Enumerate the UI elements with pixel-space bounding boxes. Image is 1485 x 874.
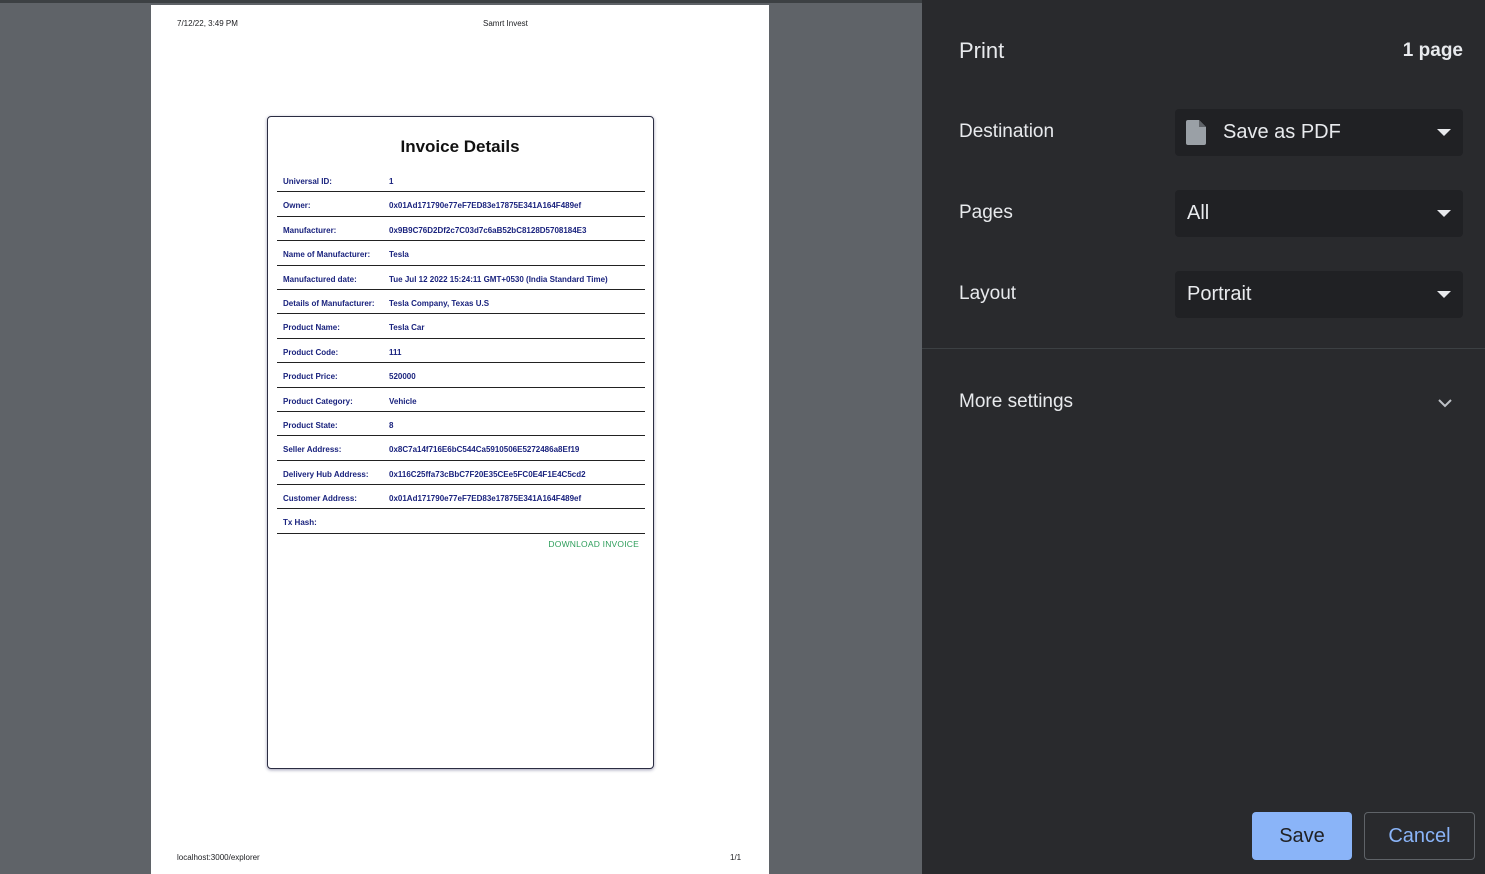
invoice-row-label: Tx Hash: bbox=[283, 518, 317, 528]
save-button[interactable]: Save bbox=[1252, 812, 1352, 860]
preview-top-border bbox=[0, 0, 922, 3]
invoice-row-value: 1 bbox=[389, 177, 394, 186]
invoice-row: Product Category: Vehicle bbox=[277, 388, 645, 412]
chevron-down-icon bbox=[1437, 291, 1451, 298]
invoice-row: Details of Manufacturer: Tesla Company, T… bbox=[277, 290, 645, 315]
invoice-table: Universal ID: 1 Owner: 0x01Ad171790e77eF7ED… bbox=[277, 168, 645, 534]
chevron-down-icon bbox=[1437, 210, 1451, 217]
more-settings-toggle[interactable]: More settings bbox=[959, 391, 1073, 413]
layout-value: Portrait bbox=[1187, 283, 1252, 305]
invoice-row-label: Delivery Hub Address: bbox=[283, 469, 369, 479]
cancel-button[interactable]: Cancel bbox=[1364, 812, 1475, 860]
invoice-row: Universal ID: 1 bbox=[277, 168, 645, 193]
invoice-row-value: 0x9B9C76D2Df2c7C03d7c6aB52bC8128D5708184… bbox=[389, 225, 587, 235]
invoice-row-value: 0x8C7a14f716E6bC544Ca5910506E5272486a8Ef… bbox=[389, 445, 580, 455]
invoice-row-value: Tesla bbox=[389, 250, 409, 260]
destination-label: Destination bbox=[959, 121, 1055, 142]
pages-label: Pages bbox=[959, 202, 1013, 223]
preview-page: 7/12/22, 3:49 PM Samrt Invest Invoice De… bbox=[151, 5, 769, 874]
invoice-row-value: 8 bbox=[389, 420, 394, 430]
print-preview-area: 7/12/22, 3:49 PM Samrt Invest Invoice De… bbox=[0, 0, 922, 874]
invoice-row: Manufactured date: Tue Jul 12 2022 15:24:… bbox=[277, 266, 645, 290]
invoice-row: Manufacturer: 0x9B9C76D2Df2c7C03d7c6aB52b… bbox=[277, 217, 645, 242]
invoice-row-label: Manufacturer: bbox=[283, 225, 337, 235]
invoice-row-label: Seller Address: bbox=[283, 445, 342, 455]
invoice-row: Product State: 8 bbox=[277, 412, 645, 437]
invoice-row: Seller Address: 0x8C7a14f716E6bC544Ca5910… bbox=[277, 436, 645, 461]
destination-select[interactable]: Save as PDF bbox=[1175, 109, 1463, 156]
page-footer-number: 1/1 bbox=[730, 853, 742, 862]
invoice-row-label: Product Price: bbox=[283, 372, 338, 382]
invoice-row-value: Vehicle bbox=[389, 396, 417, 406]
page-footer-url: localhost:3000/explorer bbox=[177, 853, 260, 862]
invoice-row-label: Customer Address: bbox=[283, 494, 357, 504]
invoice-row-value: 520000 bbox=[389, 372, 416, 382]
invoice-row: Name of Manufacturer: Tesla bbox=[277, 241, 645, 266]
invoice-row-label: Product Name: bbox=[283, 323, 340, 333]
chevron-down-icon bbox=[1437, 129, 1451, 136]
download-invoice-link: DOWNLOAD INVOICE bbox=[548, 539, 639, 549]
invoice-row-label: Name of Manufacturer: bbox=[283, 250, 371, 260]
invoice-row-label: Product Code: bbox=[283, 347, 339, 357]
invoice-row-value: 0x01Ad171790e77eF7ED83e17875E341A164F489… bbox=[389, 201, 582, 211]
layout-select[interactable]: Portrait bbox=[1175, 271, 1463, 318]
pages-value: All bbox=[1187, 202, 1210, 224]
invoice-row: Tx Hash: bbox=[277, 509, 645, 534]
invoice-row-label: Owner: bbox=[283, 201, 311, 211]
section-divider bbox=[922, 348, 1485, 349]
invoice-card: Invoice Details Universal ID: 1 Owner: 0x01… bbox=[267, 116, 654, 769]
file-icon bbox=[1186, 120, 1206, 145]
invoice-row-value: 0x01Ad171790e77eF7ED83e17875E341A164F489… bbox=[389, 494, 582, 504]
invoice-row-value: 111 bbox=[389, 347, 402, 357]
invoice-row-label: Manufactured date: bbox=[283, 274, 357, 284]
invoice-row: Customer Address: 0x01Ad171790e77eF7ED83e… bbox=[277, 485, 645, 510]
invoice-row-value: Tesla Car bbox=[389, 323, 425, 333]
invoice-row-label: Universal ID: bbox=[283, 177, 332, 186]
layout-label: Layout bbox=[959, 283, 1017, 304]
chevron-down-icon[interactable] bbox=[1437, 395, 1453, 411]
panel-title: Print bbox=[959, 38, 1005, 63]
page-header-title: Samrt Invest bbox=[483, 19, 528, 28]
page-header-date: 7/12/22, 3:49 PM bbox=[177, 19, 238, 28]
invoice-row-label: Product State: bbox=[283, 420, 338, 430]
pages-select[interactable]: All bbox=[1175, 190, 1463, 237]
invoice-row-label: Product Category: bbox=[283, 396, 353, 406]
invoice-row-value: Tesla Company, Texas U.S bbox=[389, 298, 490, 308]
page-count: 1 page bbox=[1402, 40, 1463, 61]
invoice-row: Product Code: 111 bbox=[277, 339, 645, 364]
invoice-row-value: Tue Jul 12 2022 15:24:11 GMT+0530 (India… bbox=[389, 274, 608, 284]
invoice-row-label: Details of Manufacturer: bbox=[283, 298, 375, 308]
print-settings-panel: Print 1 page Destination Save as PDF Pag… bbox=[922, 0, 1485, 874]
invoice-row-value: 0x116C25ffa73cBbC7F20E35CEe5FC0E4F1E4C5c… bbox=[389, 469, 586, 479]
invoice-row: Product Name: Tesla Car bbox=[277, 314, 645, 339]
invoice-title: Invoice Details bbox=[400, 137, 520, 156]
invoice-row: Owner: 0x01Ad171790e77eF7ED83e17875E341A1… bbox=[277, 192, 645, 217]
invoice-row: Delivery Hub Address: 0x116C25ffa73cBbC7F… bbox=[277, 461, 645, 486]
destination-value: Save as PDF bbox=[1223, 121, 1341, 143]
invoice-row: Product Price: 520000 bbox=[277, 363, 645, 388]
